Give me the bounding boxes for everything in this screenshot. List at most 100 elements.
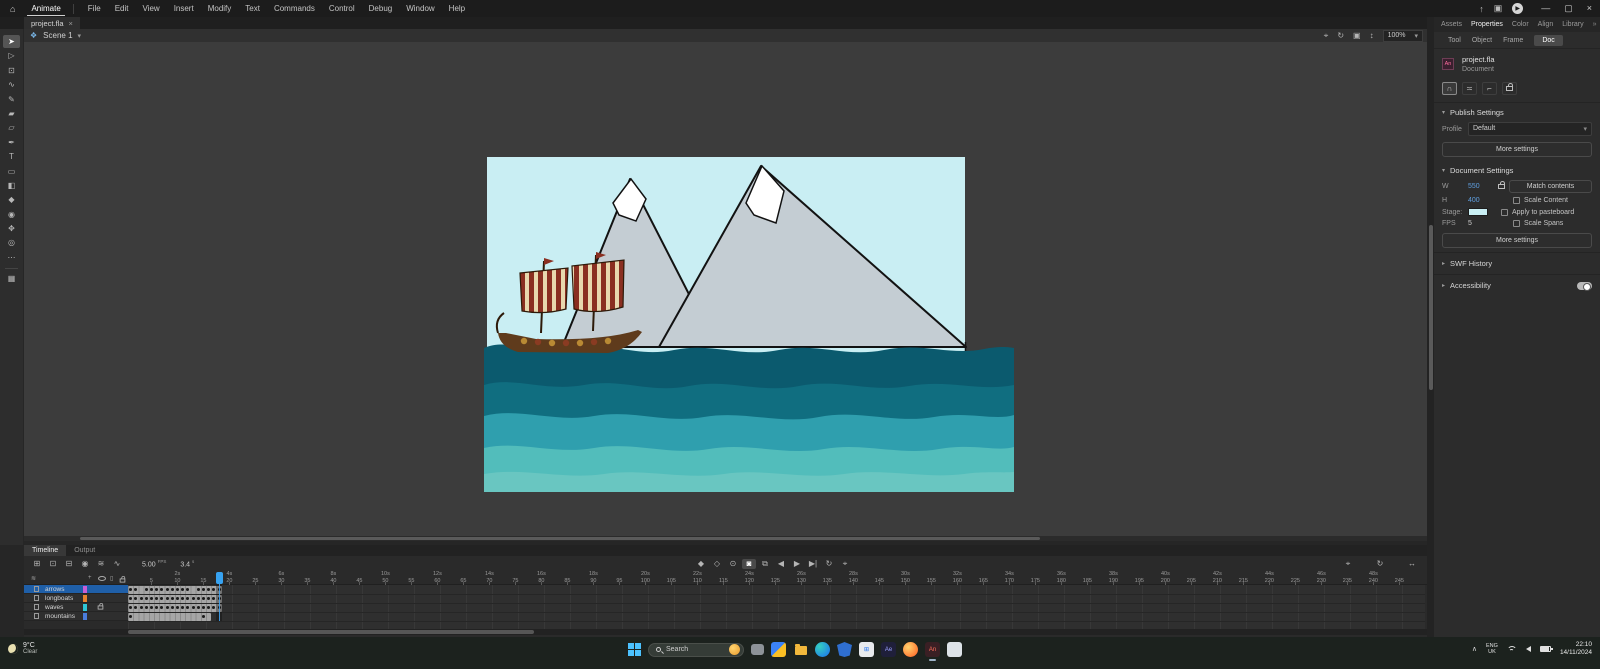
classic-brush-tool[interactable]: ▰ <box>3 107 20 120</box>
layer-row-waves[interactable]: waves <box>24 602 1427 612</box>
snap-grid-icon[interactable]: ▦ <box>3 272 20 285</box>
lasso-tool[interactable]: ∿ <box>3 78 20 91</box>
step-forward-icon[interactable]: ▶| <box>806 559 820 569</box>
menu-commands[interactable]: Commands <box>268 2 321 15</box>
layer-row-longboats[interactable]: longboats <box>24 594 1427 603</box>
test-movie-icon[interactable]: ▶ <box>1512 3 1524 14</box>
widgets-icon[interactable] <box>771 642 786 657</box>
rotation-icon[interactable]: ↻ <box>1337 31 1344 40</box>
menu-help[interactable]: Help <box>443 2 471 15</box>
notepad-icon[interactable] <box>947 642 962 657</box>
properties-subtab-doc[interactable]: Doc <box>1534 34 1563 46</box>
menu-edit[interactable]: Edit <box>109 2 135 15</box>
lock-all-icon[interactable] <box>119 576 126 583</box>
snap-align-icon[interactable]: ≍ <box>1462 82 1477 95</box>
match-contents-button[interactable]: Match contents <box>1509 180 1592 193</box>
layer-depth-icon[interactable]: ≋ <box>94 559 108 568</box>
panel-tab-library[interactable]: Library <box>1562 21 1583 28</box>
loop-icon[interactable]: ↻ <box>822 559 836 569</box>
layer-name-cell-longboats[interactable]: longboats <box>24 594 128 603</box>
battery-icon[interactable] <box>1539 646 1553 652</box>
menu-text[interactable]: Text <box>239 2 266 15</box>
scene-label[interactable]: Scene 1 <box>43 31 72 40</box>
playhead-handle[interactable] <box>216 572 223 584</box>
stage[interactable] <box>484 157 1014 492</box>
play-icon[interactable]: ▶ <box>790 559 804 569</box>
accessibility-header[interactable]: ▸ Accessibility <box>1434 274 1600 296</box>
panel-tab-assets[interactable]: Assets <box>1441 21 1462 28</box>
document-tab[interactable]: project.fla × <box>24 17 80 29</box>
timeline-tab-timeline[interactable]: Timeline <box>24 545 67 556</box>
text-tool[interactable]: T <box>3 150 20 163</box>
profile-select[interactable]: Default ▾ <box>1468 122 1592 136</box>
menu-insert[interactable]: Insert <box>168 2 200 15</box>
insert-keyframe-icon[interactable]: ◆ <box>694 559 708 569</box>
canvas-horizontal-scrollbar[interactable] <box>24 536 1427 541</box>
after-effects-icon[interactable]: Ae <box>881 642 896 657</box>
document-more-settings-button[interactable]: More settings <box>1442 233 1592 248</box>
scale-spans-checkbox[interactable] <box>1513 220 1520 227</box>
lock-guides-icon[interactable] <box>1502 82 1517 95</box>
snap-to-objects-icon[interactable]: ⌐ <box>1482 82 1497 95</box>
search-input[interactable]: Search <box>648 642 744 657</box>
menu-modify[interactable]: Modify <box>202 2 238 15</box>
timeline-tab-output[interactable]: Output <box>66 545 103 556</box>
free-transform-tool[interactable]: ⊡ <box>3 64 20 77</box>
center-frame-icon[interactable]: ⌖ <box>1341 559 1355 569</box>
menu-file[interactable]: File <box>82 2 107 15</box>
volume-icon[interactable] <box>1525 646 1531 652</box>
insert-blank-keyframe-icon[interactable]: ◇ <box>710 559 724 569</box>
eraser-tool[interactable]: ▱ <box>3 121 20 134</box>
close-tab-icon[interactable]: × <box>69 19 73 28</box>
frame-span-mountains[interactable] <box>128 612 212 621</box>
show-hide-all-icon[interactable] <box>98 576 106 581</box>
onion-skin-icon[interactable]: ◙ <box>742 558 756 569</box>
frame-span-longboats[interactable] <box>128 594 222 603</box>
publish-settings-header[interactable]: ▾ Publish Settings <box>1434 103 1600 120</box>
start-button[interactable] <box>628 643 641 656</box>
timeline-ruler[interactable]: 5 10 15 20 25 30 35 40 45 50 55 60 65 70 75 80 85 90 95 100… <box>128 571 1425 585</box>
hand-tool[interactable]: ✥ <box>3 222 20 235</box>
width-field[interactable]: 550 <box>1468 183 1494 190</box>
add-column-icon[interactable]: + <box>88 575 92 581</box>
properties-subtab-tool[interactable]: Tool <box>1448 37 1461 44</box>
clock[interactable]: 22:10 14/11/2024 <box>1560 641 1592 657</box>
frame-rate-display[interactable]: 5.00 FPS <box>142 559 166 568</box>
camera-icon[interactable]: ◉ <box>78 559 92 568</box>
firefox-icon[interactable] <box>903 642 918 657</box>
close-button[interactable]: × <box>1587 3 1592 14</box>
panel-tab-align[interactable]: Align <box>1538 21 1554 28</box>
canvas-hscroll-thumb[interactable] <box>80 537 1040 540</box>
weather-widget[interactable]: 9°C Clear <box>8 642 37 655</box>
edge-icon[interactable] <box>815 642 830 657</box>
swf-history-header[interactable]: ▸ SWF History <box>1434 252 1600 274</box>
apply-to-pasteboard-checkbox[interactable] <box>1501 208 1508 216</box>
rectangle-tool[interactable]: ▭ <box>3 165 20 178</box>
file-explorer-icon[interactable] <box>793 642 808 657</box>
panel-tab-color[interactable]: Color <box>1512 21 1529 28</box>
auto-keyframe-icon[interactable]: ⊙ <box>726 559 740 569</box>
language-indicator[interactable]: ENG UK <box>1486 643 1498 655</box>
panel-collapse-icon[interactable]: » <box>1593 21 1597 28</box>
outline-column-icon[interactable]: ▯ <box>110 575 113 582</box>
camera-tool[interactable]: ◉ <box>3 208 20 221</box>
accessibility-toggle[interactable] <box>1577 281 1592 291</box>
stage-color-swatch[interactable] <box>1468 208 1488 216</box>
animate-icon[interactable]: An <box>925 642 940 661</box>
clip-content-icon[interactable]: ▣ <box>1353 31 1361 40</box>
frame-span-waves[interactable] <box>128 603 222 612</box>
home-icon[interactable]: ⌂ <box>10 4 15 14</box>
publish-more-settings-button[interactable]: More settings <box>1442 142 1592 157</box>
pasteboard[interactable] <box>24 42 1427 541</box>
add-folder-icon[interactable]: ⊡ <box>46 559 60 568</box>
app-menu-animate[interactable]: Animate <box>27 2 65 16</box>
canvas-vertical-scrollbar[interactable] <box>1427 17 1434 637</box>
layer-name-cell-waves[interactable]: waves <box>24 602 128 612</box>
document-settings-header[interactable]: ▾ Document Settings <box>1434 161 1600 178</box>
task-view-icon[interactable] <box>751 644 764 655</box>
workspace-icon[interactable]: ▣ <box>1494 3 1503 14</box>
scale-content-checkbox[interactable] <box>1513 197 1520 204</box>
layer-name-cell-arrows[interactable]: arrows <box>24 585 128 594</box>
add-layer-icon[interactable]: ⊞ <box>30 559 44 568</box>
menu-window[interactable]: Window <box>400 2 440 15</box>
